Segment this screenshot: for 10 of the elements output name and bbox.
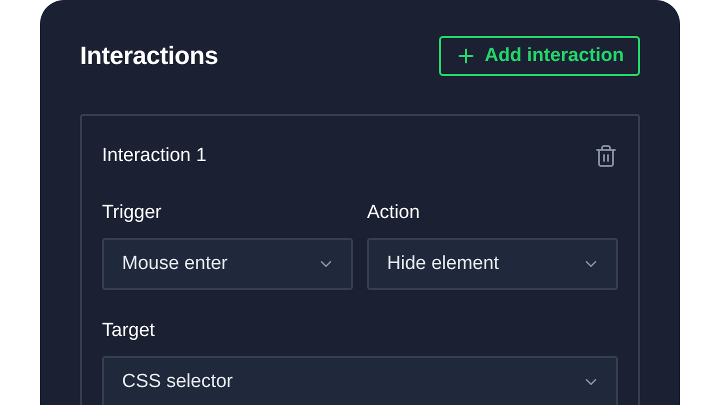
add-interaction-button[interactable]: Add interaction bbox=[438, 36, 640, 76]
dropdown-field[interactable]: Mouse enter bbox=[102, 238, 353, 290]
field-label: Target bbox=[102, 320, 156, 342]
panel-title: Interactions bbox=[80, 42, 218, 70]
interaction-title: Interaction 1 bbox=[102, 145, 207, 167]
dropdown-field[interactable]: Hide element bbox=[367, 238, 618, 290]
field-label: Action bbox=[367, 202, 421, 224]
dropdown-field[interactable]: CSS selector bbox=[102, 356, 618, 405]
field-label: Trigger bbox=[102, 202, 162, 224]
delete-icon[interactable] bbox=[594, 144, 618, 168]
